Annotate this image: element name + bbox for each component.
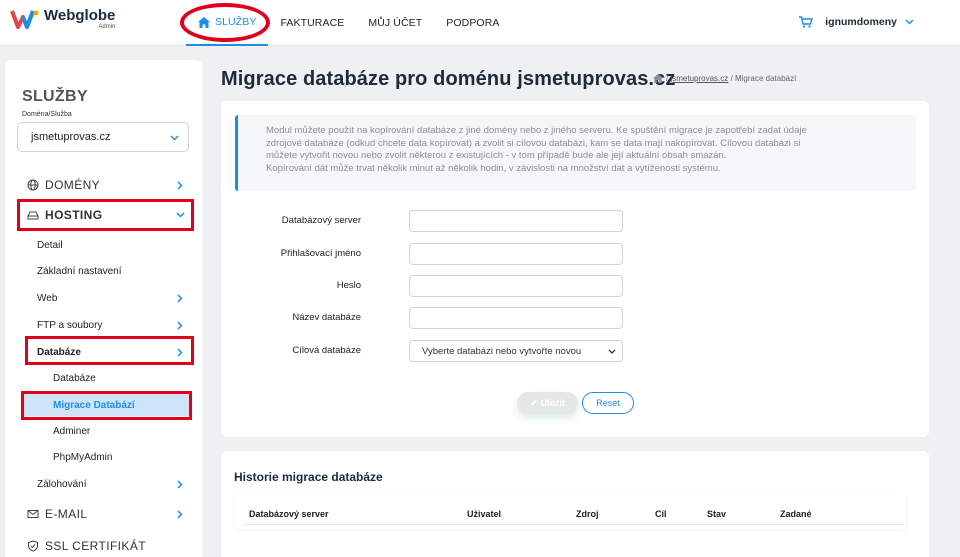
- chevron-right-icon: [177, 180, 183, 190]
- sidebar-item-label: FTP a soubory: [37, 319, 103, 331]
- form-row-server: Databázový server: [221, 210, 901, 232]
- history-table: Databázový server Uživatel Zdroj Cíl Sta…: [234, 489, 906, 529]
- sidebar-item-label: Základní nastavení: [37, 265, 122, 277]
- password-label: Heslo: [336, 280, 361, 291]
- mail-icon: [27, 510, 39, 518]
- form-row-dbname: Název databáze: [221, 307, 901, 329]
- brand-sub: Admin: [98, 24, 116, 30]
- sidebar-item-label: DOMÉNY: [45, 178, 101, 192]
- sidebar-subitem-databaze[interactable]: Databáze: [5, 371, 202, 385]
- webglobe-logo[interactable]: Webglobe Admin: [10, 8, 115, 30]
- breadcrumb: / jsmetuprovas.cz / Migrace databází: [653, 74, 796, 83]
- form-row-login: Přihlašovací jméno: [221, 243, 901, 265]
- sidebar-subitem-adminer[interactable]: Adminer: [5, 424, 202, 438]
- globe-icon: [27, 179, 39, 191]
- server-label: Databázový server: [281, 215, 361, 226]
- history-title: Historie migrace databáze: [234, 470, 383, 484]
- sidebar-item-ssl[interactable]: SSL CERTIFIKÁT: [5, 537, 202, 555]
- sidebar: SLUŽBY Doména/Služba jsmetuprovas.cz DOM…: [5, 60, 202, 557]
- password-input[interactable]: [409, 275, 623, 297]
- brand-name: Webglobe: [44, 7, 116, 24]
- sidebar-item-label: PhpMyAdmin: [53, 451, 113, 463]
- column-header[interactable]: Databázový server: [249, 509, 329, 519]
- sidebar-item-email[interactable]: E-MAIL: [5, 505, 202, 523]
- save-button[interactable]: ✔ Uložit: [517, 392, 578, 414]
- server-input[interactable]: [409, 210, 623, 232]
- domain-select[interactable]: jsmetuprovas.cz: [17, 122, 189, 152]
- annotation-box-migrace: [21, 391, 192, 420]
- column-header[interactable]: Zadané: [780, 509, 812, 519]
- home-icon[interactable]: [653, 74, 663, 83]
- annotation-box-hosting: [17, 199, 194, 231]
- info-line: zdrojové databáze (odkud chcete data kop…: [266, 137, 801, 149]
- history-card: Historie migrace databáze Databázový ser…: [221, 451, 929, 557]
- chevron-down-icon: [170, 135, 179, 141]
- user-menu[interactable]: ignumdomeny: [799, 16, 914, 28]
- nav-podpora[interactable]: PODPORA: [434, 0, 511, 46]
- dbname-input[interactable]: [409, 307, 623, 329]
- form-row-password: Heslo: [221, 275, 901, 297]
- chevron-down-icon: [905, 19, 914, 25]
- target-db-select-value: Vyberte databázi nebo vytvořte novou: [422, 346, 582, 357]
- annotation-ellipse: [180, 3, 270, 42]
- nav-fakturace[interactable]: FAKTURACE: [268, 0, 356, 46]
- chevron-right-icon: [177, 293, 183, 303]
- breadcrumb-separator: /: [730, 74, 733, 83]
- migration-form-card: Modul můžete použít na kopírování databá…: [221, 101, 929, 437]
- user-name: ignumdomeny: [825, 16, 897, 28]
- column-header[interactable]: Zdroj: [576, 509, 599, 519]
- chevron-right-icon: [177, 479, 183, 489]
- check-icon: ✔: [529, 397, 538, 408]
- sidebar-subitem-phpmyadmin[interactable]: PhpMyAdmin: [5, 450, 202, 464]
- sidebar-item-zakladni-nastaveni[interactable]: Základní nastavení: [5, 264, 202, 278]
- dbname-label: Název databáze: [292, 312, 361, 323]
- form-row-target: Cílová databáze Vyberte databázi nebo vy…: [221, 340, 901, 362]
- sidebar-item-label: Adminer: [53, 425, 91, 437]
- chevron-down-icon: [608, 349, 616, 354]
- target-db-select[interactable]: Vyberte databázi nebo vytvořte novou: [409, 340, 623, 362]
- sidebar-item-label: Zálohování: [37, 478, 87, 490]
- sidebar-item-zalohovani[interactable]: Zálohování: [5, 477, 202, 491]
- column-header[interactable]: Stav: [707, 509, 726, 519]
- save-button-label: Uložit: [540, 398, 566, 408]
- info-line: Kopírování dát může trvat několik minut …: [266, 163, 721, 175]
- breadcrumb-separator: /: [666, 74, 669, 83]
- chevron-right-icon: [177, 509, 183, 519]
- domain-select-value: jsmetuprovas.cz: [31, 131, 111, 143]
- info-line: můžete vytvořit novou nebo zvolit někter…: [266, 150, 727, 162]
- nav-muj-ucet[interactable]: MŮJ ÚČET: [356, 0, 434, 46]
- info-box: Modul můžete použít na kopírování databá…: [235, 115, 916, 191]
- table-divider: [244, 524, 904, 525]
- info-line: Modul můžete použít na kopírování databá…: [266, 125, 807, 136]
- sidebar-item-label: Web: [37, 292, 58, 304]
- chevron-right-icon: [177, 320, 183, 330]
- sidebar-item-label: E-MAIL: [45, 507, 88, 521]
- shield-icon: [28, 540, 38, 552]
- cart-icon: [799, 16, 814, 28]
- sidebar-item-detail[interactable]: Detail: [5, 238, 202, 252]
- sidebar-item-domeny[interactable]: DOMÉNY: [5, 176, 202, 194]
- sidebar-item-label: Databáze: [53, 372, 96, 384]
- sidebar-item-label: SSL CERTIFIKÁT: [45, 539, 146, 553]
- sidebar-item-label: Detail: [37, 239, 63, 251]
- page-title: Migrace databáze pro doménu jsmetuprovas…: [221, 68, 676, 90]
- top-bar: Webglobe Admin SLUŽBY FAKTURACE MŮJ ÚČET…: [0, 0, 960, 46]
- breadcrumb-domain-link[interactable]: jsmetuprovas.cz: [670, 74, 728, 83]
- reset-button[interactable]: Reset: [582, 392, 634, 414]
- annotation-box-databaze: [25, 336, 194, 365]
- sidebar-item-ftp[interactable]: FTP a soubory: [5, 318, 202, 332]
- login-label: Přihlašovací jméno: [280, 248, 361, 259]
- breadcrumb-current: Migrace databází: [734, 74, 797, 83]
- column-header[interactable]: Uživatel: [467, 509, 501, 519]
- webglobe-logo-icon: [10, 10, 39, 29]
- target-label: Cílová databáze: [292, 345, 361, 356]
- sidebar-title: SLUŽBY: [22, 88, 88, 105]
- column-header[interactable]: Cíl: [655, 509, 667, 519]
- sidebar-item-web[interactable]: Web: [5, 291, 202, 305]
- domain-select-label: Doména/Služba: [22, 111, 72, 118]
- login-input[interactable]: [409, 243, 623, 265]
